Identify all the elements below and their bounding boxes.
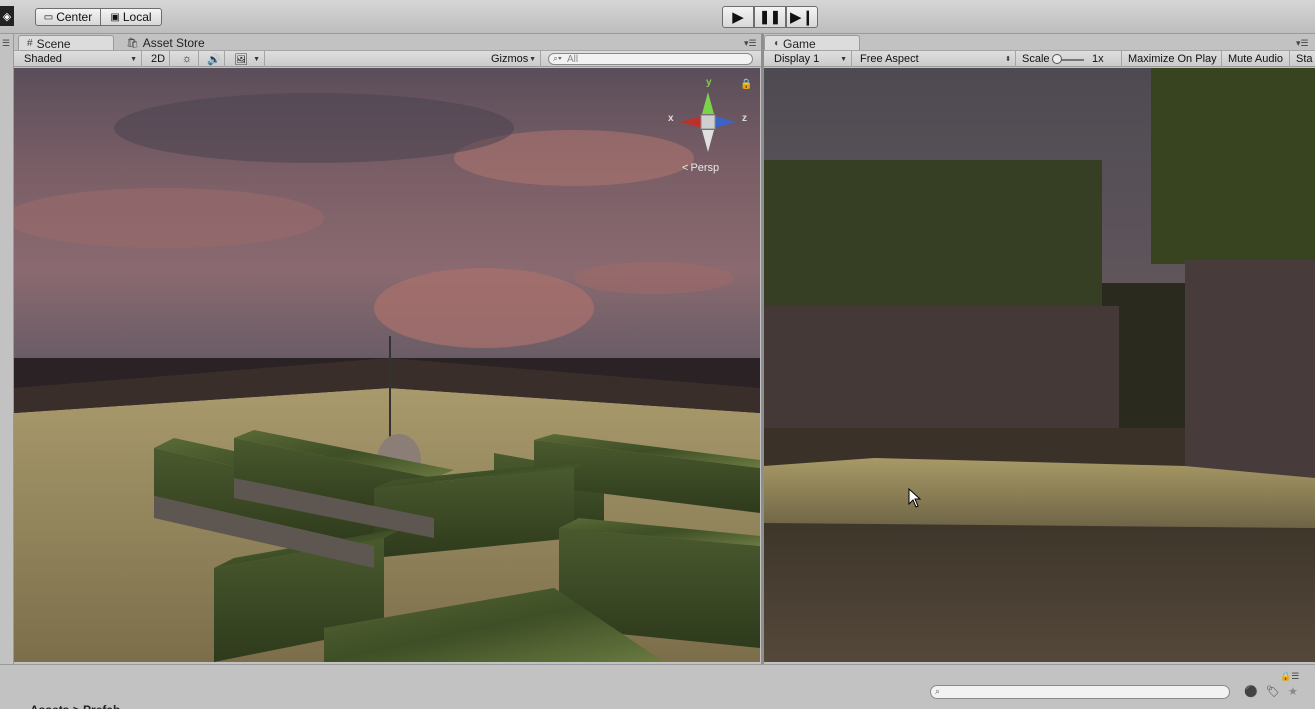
panel-menu-icon[interactable]: 🔒☰ [1280, 671, 1299, 682]
bottom-panel: 🔒☰ ⌕ ⚫ 🏷 ★ Assets > Prefab [0, 664, 1315, 709]
left-edge-strip: ☰ [0, 34, 14, 664]
scene-toolbar: Shaded ▼ 2D ☼ 🔊 🖼 ▼ Gizmos ▼ ⌕▾ All [14, 50, 761, 67]
audio-toggle[interactable]: 🔊 [201, 51, 225, 67]
scale-slider-thumb[interactable] [1052, 54, 1062, 64]
grid-icon: # [27, 38, 33, 49]
playback-controls: ▶ ❚❚ ▶❙ [722, 6, 818, 28]
tag-icon[interactable]: 🏷 [1266, 685, 1280, 698]
pivot-center-button[interactable]: ▭ Center [35, 8, 101, 26]
pause-icon: ❚❚ [759, 9, 781, 24]
unity-logo-icon[interactable]: ◈ [0, 6, 14, 26]
game-tabbar: ◖ Game ▾☰ [764, 34, 1315, 51]
caret-down-icon: ▼ [840, 55, 847, 63]
panel-menu-icon[interactable]: ☰ [2, 38, 10, 49]
mode-2d-button[interactable]: 2D [146, 51, 170, 67]
maximize-on-play-toggle[interactable]: Maximize On Play [1122, 51, 1222, 67]
step-icon: ▶❙ [789, 9, 815, 26]
star-icon[interactable]: ★ [1288, 685, 1298, 698]
search-icon: ⌕▾ [553, 53, 562, 63]
gizmo-neg-y-cone[interactable] [702, 130, 714, 152]
lighting-toggle[interactable]: ☼ [174, 51, 199, 67]
orientation-gizmo[interactable] [662, 78, 752, 168]
tab-asset-store[interactable]: 🛍 Asset Store [118, 35, 213, 51]
lock-icon[interactable]: 🔒 [740, 79, 752, 90]
caret-down-icon: ▼ [130, 55, 137, 63]
game-render [764, 68, 1315, 662]
gizmo-x-axis-cone[interactable] [680, 116, 702, 128]
caret-updown-icon: ⬍ [1005, 56, 1011, 63]
shading-mode-dropdown[interactable]: Shaded ▼ [18, 51, 142, 67]
caret-down-icon: ▼ [529, 55, 536, 63]
pivot-local-button[interactable]: ▣ Local [100, 8, 162, 26]
effects-dropdown[interactable]: 🖼 ▼ [228, 51, 265, 67]
step-button[interactable]: ▶❙ [786, 6, 818, 28]
mute-audio-toggle[interactable]: Mute Audio [1222, 51, 1290, 67]
scene-panel: # Scene 🛍 Asset Store ▾☰ Shaded ▼ 2D ☼ 🔊 🖼 ▼… [14, 34, 761, 664]
pivot-icon: ▭ [43, 11, 54, 23]
gizmo-z-axis-cone[interactable] [714, 116, 736, 128]
gizmos-dropdown[interactable]: Gizmos ▼ [485, 51, 541, 67]
sun-icon: ☼ [182, 53, 193, 65]
scene-tabbar: # Scene 🛍 Asset Store ▾☰ [14, 34, 761, 51]
scene-search-input[interactable]: ⌕▾ All [548, 53, 753, 65]
gizmo-z-label: z [742, 113, 747, 124]
main-toolbar: ◈ ▭ Center ▣ Local ▶ ❚❚ ▶❙ [0, 0, 1315, 34]
tab-scene[interactable]: # Scene [18, 35, 114, 51]
search-icon: ⌕ [935, 686, 941, 696]
scale-value: 1x [1092, 53, 1104, 65]
pause-button[interactable]: ❚❚ [754, 6, 786, 28]
panel-menu-icon[interactable]: ▾☰ [1296, 38, 1309, 49]
perspective-icon: < [682, 162, 689, 174]
cube-icon: ▣ [110, 11, 120, 23]
game-viewport[interactable] [764, 68, 1315, 662]
filter-type-icon[interactable]: ⚫ [1244, 685, 1258, 698]
display-dropdown[interactable]: Display 1 ▼ [768, 51, 852, 67]
play-icon: ▶ [732, 9, 744, 26]
panel-menu-icon[interactable]: ▾☰ [744, 38, 757, 49]
gizmo-x-label: x [668, 113, 674, 124]
aspect-dropdown[interactable]: Free Aspect ⬍ [854, 51, 1016, 67]
store-icon: 🛍 [126, 37, 139, 49]
projection-toggle[interactable]: < Persp [682, 162, 719, 174]
scene-viewport[interactable]: y x z 🔒 < Persp [14, 68, 760, 662]
gizmo-y-label: y [706, 77, 712, 88]
project-search-input[interactable]: ⌕ [930, 685, 1230, 699]
game-toolbar: Display 1 ▼ Free Aspect ⬍ Scale 1x Maximiz… [764, 50, 1315, 67]
mouse-cursor-icon [908, 488, 922, 508]
breadcrumb: Assets > Prefab [30, 703, 120, 709]
play-button[interactable]: ▶ [722, 6, 754, 28]
pacman-icon: ◖ [773, 38, 780, 49]
tab-game[interactable]: ◖ Game [764, 35, 860, 51]
image-icon: 🖼 [234, 53, 248, 66]
stats-toggle[interactable]: Sta [1290, 51, 1315, 67]
gizmo-y-axis-cone[interactable] [702, 92, 714, 114]
game-panel: ◖ Game ▾☰ Display 1 ▼ Free Aspect ⬍ Scale 1… [764, 34, 1315, 664]
gizmo-center-cube[interactable] [700, 114, 716, 130]
speaker-icon: 🔊 [207, 53, 221, 66]
scene-render [14, 68, 760, 662]
caret-down-icon: ▼ [253, 55, 260, 63]
